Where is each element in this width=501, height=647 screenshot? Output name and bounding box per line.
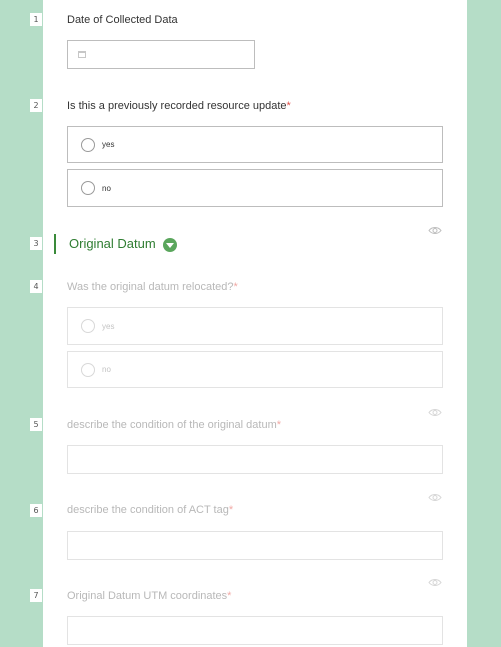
section-title: Original Datum [69,236,156,251]
chevron-down-icon[interactable] [163,238,177,252]
date-input[interactable] [67,40,255,69]
radio-option-yes[interactable]: yes [67,307,443,345]
question-number: 2 [30,99,42,112]
radio-option-yes[interactable]: yes [67,126,443,163]
question-label-text: Original Datum UTM coordinates [67,590,228,602]
question-number: 3 [30,237,42,250]
option-label: yes [102,140,115,149]
question-label-text: describe the condition of ACT tag [67,504,229,516]
question-label-date: Date of Collected Data [67,14,178,26]
eye-icon[interactable] [428,578,442,587]
radio-option-no[interactable]: no [67,169,443,207]
radio-button[interactable] [81,137,95,152]
required-marker: * [276,419,282,431]
radio-option-no[interactable]: no [67,351,443,388]
question-number: 5 [30,418,42,431]
eye-icon[interactable] [428,226,442,235]
eye-icon[interactable] [428,493,442,502]
radio-button[interactable] [81,181,95,195]
question-label-utm: Original Datum UTM coordinates* [67,590,231,602]
question-number: 7 [30,589,42,602]
option-label: no [102,365,111,374]
calendar-icon [78,51,86,58]
required-marker: * [233,281,238,293]
question-label-relocated: Was the original datum relocated?* [67,281,238,293]
question-label-datum-condition: describe the condition of the original d… [67,419,281,431]
option-label: no [102,183,111,193]
required-marker: * [286,100,291,112]
text-input-act-tag[interactable] [67,531,443,560]
question-label-text: Was the original datum relocated? [67,281,234,293]
required-marker: * [227,590,232,602]
section-accent-bar [54,234,56,254]
required-marker: * [228,504,234,516]
text-input-datum-condition[interactable] [67,445,443,474]
question-label-act-tag: describe the condition of ACT tag* [67,504,233,516]
option-label: yes [102,321,115,331]
question-number: 4 [30,280,42,293]
eye-icon[interactable] [428,408,442,417]
question-label-text: Is this a previously recorded resource u… [67,100,287,112]
question-label-text: Date of Collected Data [67,14,178,26]
text-input-utm[interactable] [67,616,443,645]
question-label-text: describe the condition of the original d… [67,419,277,431]
question-number: 1 [30,13,42,26]
question-number: 6 [30,504,42,517]
radio-button[interactable] [81,319,95,333]
question-label-update: Is this a previously recorded resource u… [67,100,291,112]
radio-button[interactable] [81,362,95,377]
